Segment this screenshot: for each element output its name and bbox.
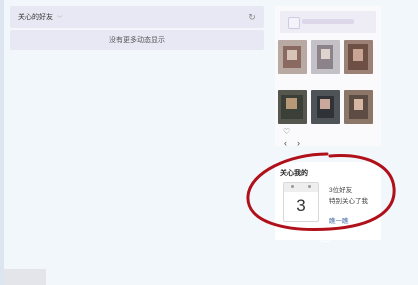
hand-drawn-ellipse (246, 152, 396, 231)
annotation-overlay (246, 152, 396, 231)
